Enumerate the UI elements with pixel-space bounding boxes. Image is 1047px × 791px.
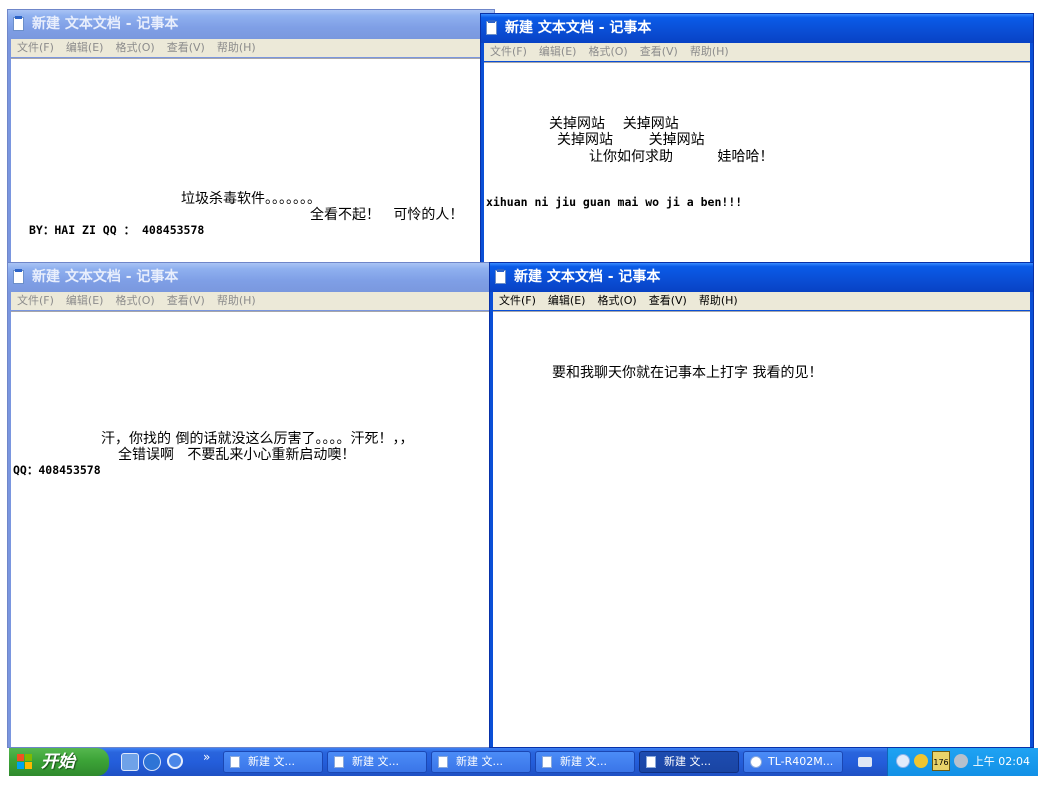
- clock[interactable]: 上午 02:04: [973, 748, 1030, 776]
- taskbar-button-notepad-4[interactable]: 新建 文...: [535, 751, 635, 773]
- text-line: 全看不起！ 可怜的人！: [310, 207, 464, 223]
- text-area[interactable]: 汗，你找的 倒的话就没这么厉害了。。。。汗死！，， 全错误啊 不要乱来小心重新启…: [11, 311, 491, 747]
- menu-view[interactable]: 查看(V): [634, 43, 684, 61]
- taskbar-button-label: 新建 文...: [560, 755, 607, 768]
- text-line: 全错误啊 不要乱来小心重新启动噢！: [118, 447, 356, 463]
- menu-edit[interactable]: 编辑(E): [60, 39, 110, 57]
- notepad-icon: [495, 269, 506, 284]
- notepad-icon: [334, 756, 344, 768]
- menu-bar: 文件(F) 编辑(E) 格式(O) 查看(V) 帮助(H): [484, 43, 1030, 61]
- menu-file[interactable]: 文件(F): [484, 43, 533, 61]
- text-line: xihuan ni jiu guan mai wo ji a ben!!!: [486, 195, 743, 209]
- windows-logo-icon: [17, 754, 33, 770]
- menu-view[interactable]: 查看(V): [161, 292, 211, 310]
- window-title: 新建 文本文档 - 记事本: [32, 269, 179, 285]
- text-area[interactable]: 要和我聊天你就在记事本上打字 我看的见！: [493, 311, 1030, 747]
- notepad-window-bottom-left[interactable]: 新建 文本文档 - 记事本 文件(F) 编辑(E) 格式(O) 查看(V) 帮助(H) …: [7, 262, 495, 748]
- volume-icon[interactable]: [954, 754, 968, 768]
- taskbar-button-label: 新建 文...: [248, 755, 295, 768]
- text-area[interactable]: 垃圾杀毒软件。。。。。。。 全看不起！ 可怜的人！ BY：HAI ZI QQ ：…: [11, 58, 491, 265]
- more-quicklaunch-icon[interactable]: »: [203, 750, 210, 764]
- notepad-icon: [542, 756, 552, 768]
- menu-bar: 文件(F) 编辑(E) 格式(O) 查看(V) 帮助(H): [11, 292, 491, 310]
- notepad-icon: [438, 756, 448, 768]
- notepad-icon: [13, 269, 24, 284]
- taskbar-button-router[interactable]: TL-R402M...: [743, 751, 843, 773]
- browser-icon: [750, 756, 762, 768]
- menu-file[interactable]: 文件(F): [11, 292, 60, 310]
- text-line: BY：HAI ZI QQ ： 408453578: [29, 223, 205, 237]
- desktop: 新建 文本文档 - 记事本 文件(F) 编辑(E) 格式(O) 查看(V) 帮助(H) …: [0, 0, 1047, 791]
- text-line: QQ：408453578: [13, 463, 101, 477]
- menu-view[interactable]: 查看(V): [161, 39, 211, 57]
- menu-help[interactable]: 帮助(H): [211, 39, 262, 57]
- title-bar[interactable]: 新建 文本文档 - 记事本: [481, 14, 1033, 43]
- menu-format[interactable]: 格式(O): [582, 43, 633, 61]
- menu-edit[interactable]: 编辑(E): [60, 292, 110, 310]
- notepad-icon: [646, 756, 656, 768]
- menu-format[interactable]: 格式(O): [109, 292, 160, 310]
- title-bar[interactable]: 新建 文本文档 - 记事本: [8, 10, 494, 39]
- taskbar-button-notepad-3[interactable]: 新建 文...: [431, 751, 531, 773]
- menu-bar: 文件(F) 编辑(E) 格式(O) 查看(V) 帮助(H): [11, 39, 491, 57]
- arrow-left-icon[interactable]: [896, 754, 910, 768]
- taskbar-button-notepad-1[interactable]: 新建 文...: [223, 751, 323, 773]
- battery-icon[interactable]: 176: [932, 751, 950, 771]
- window-title: 新建 文本文档 - 记事本: [505, 20, 652, 36]
- notepad-icon: [230, 756, 240, 768]
- network-icon[interactable]: [167, 753, 183, 769]
- menu-file[interactable]: 文件(F): [493, 292, 542, 310]
- text-line: 让你如何求助 娃哈哈！: [589, 149, 774, 165]
- menu-bar: 文件(F) 编辑(E) 格式(O) 查看(V) 帮助(H): [493, 292, 1030, 310]
- notepad-icon: [13, 16, 24, 31]
- taskbar-button-label: 新建 文...: [456, 755, 503, 768]
- menu-help[interactable]: 帮助(H): [693, 292, 744, 310]
- notepad-window-top-left[interactable]: 新建 文本文档 - 记事本 文件(F) 编辑(E) 格式(O) 查看(V) 帮助(H) …: [7, 9, 495, 266]
- show-desktop-icon[interactable]: [121, 753, 139, 771]
- menu-edit[interactable]: 编辑(E): [542, 292, 592, 310]
- taskbar: 开始 » 新建 文... 新建 文... 新建 文... 新建 文... 新建 …: [9, 748, 1038, 776]
- menu-edit[interactable]: 编辑(E): [533, 43, 583, 61]
- start-label: 开始: [41, 752, 75, 772]
- taskbar-button-label: 新建 文...: [352, 755, 399, 768]
- window-title: 新建 文本文档 - 记事本: [32, 16, 179, 32]
- menu-help[interactable]: 帮助(H): [684, 43, 735, 61]
- notepad-window-bottom-right[interactable]: 新建 文本文档 - 记事本 文件(F) 编辑(E) 格式(O) 查看(V) 帮助(H) …: [489, 262, 1034, 748]
- menu-format[interactable]: 格式(O): [591, 292, 642, 310]
- taskbar-button-notepad-5[interactable]: 新建 文...: [639, 751, 739, 773]
- shield-icon[interactable]: [914, 754, 928, 768]
- text-line: 垃圾杀毒软件。。。。。。。: [181, 191, 321, 207]
- notepad-icon: [486, 20, 497, 35]
- menu-help[interactable]: 帮助(H): [211, 292, 262, 310]
- system-tray: 176 上午 02:04: [858, 748, 1038, 776]
- keyboard-icon[interactable]: [858, 757, 872, 767]
- window-title: 新建 文本文档 - 记事本: [514, 269, 661, 285]
- tray-number: 176: [933, 758, 949, 767]
- text-line: 要和我聊天你就在记事本上打字 我看的见！: [552, 365, 823, 381]
- menu-view[interactable]: 查看(V): [643, 292, 693, 310]
- menu-file[interactable]: 文件(F): [11, 39, 60, 57]
- start-button[interactable]: 开始: [9, 748, 109, 776]
- taskbar-button-label: 新建 文...: [664, 755, 711, 768]
- menu-format[interactable]: 格式(O): [109, 39, 160, 57]
- title-bar[interactable]: 新建 文本文档 - 记事本: [490, 263, 1033, 292]
- taskbar-button-notepad-2[interactable]: 新建 文...: [327, 751, 427, 773]
- title-bar[interactable]: 新建 文本文档 - 记事本: [8, 263, 494, 292]
- ie-icon[interactable]: [143, 753, 161, 771]
- taskbar-button-label: TL-R402M...: [768, 755, 834, 768]
